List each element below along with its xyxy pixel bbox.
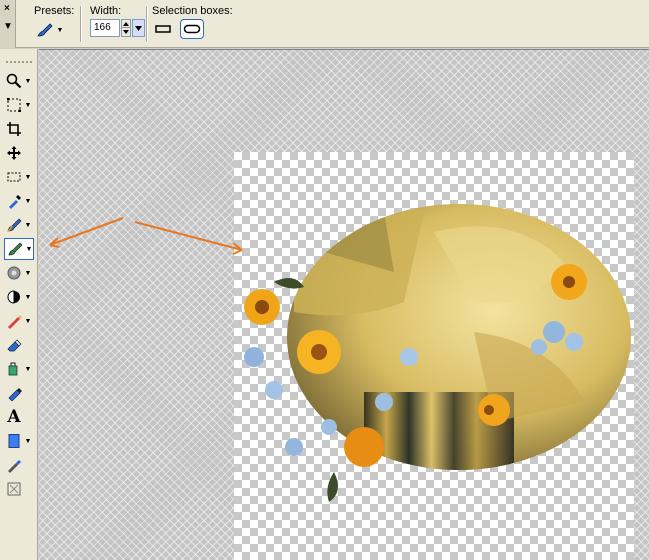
tool-options-bar: × ▼ Presets: ▼ Width: 166 Selection boxe… [0,0,649,48]
chevron-down-icon[interactable]: ▼ [24,222,32,229]
selection-box-ellipse-button[interactable] [180,19,204,39]
spin-down-icon[interactable] [122,28,130,36]
chevron-down-icon[interactable]: ▼ [25,246,33,253]
crop-tool[interactable] [4,118,34,140]
chevron-down-icon[interactable]: ▼ [24,270,32,277]
move-icon [4,143,24,163]
tube-icon [4,383,24,403]
paint-brush-tool[interactable]: ▼ [4,214,34,236]
move-tool[interactable] [4,142,34,164]
width-spinner[interactable] [121,19,131,37]
close-icon[interactable]: × [4,4,10,14]
chevron-down-icon[interactable]: ▼ [24,318,32,325]
chevron-down-icon[interactable]: ▼ [24,438,32,445]
toolbar-separator [80,6,82,42]
eraser-icon [4,335,24,355]
selection-icon [4,167,24,187]
dropper-icon [4,191,24,211]
presets-label: Presets: [34,5,75,17]
text-icon: A [7,407,21,427]
workspace-canvas[interactable] [39,49,649,560]
ellipse-icon [183,24,201,34]
picture-tube-tool[interactable] [4,382,34,404]
pin-icon[interactable]: ▼ [3,22,13,32]
chevron-down-icon [135,25,142,31]
eraser-tool[interactable] [4,334,34,356]
bucket-icon [4,359,24,379]
width-dropdown-button[interactable] [132,19,145,37]
width-input[interactable]: 166 [90,19,120,37]
hat-image [244,204,631,502]
selection-tool[interactable]: ▼ [4,166,34,188]
document-image[interactable] [234,152,634,560]
presets-button[interactable]: ▼ [34,19,64,41]
toolbar-grip[interactable] [6,61,32,65]
brush-preset-icon [36,23,53,37]
selection-boxes-label: Selection boxes: [152,5,233,17]
selection-box-rectangle-button[interactable] [152,19,174,39]
brush-icon [4,215,24,235]
object-icon [4,479,24,499]
tools-toolbar: ▼ ▼ ▼ ▼ ▼ ▼ ▼ ▼ ▼ ▼ A ▼ [0,49,38,560]
smudge-tool[interactable]: ▼ [4,310,34,332]
chevron-down-icon[interactable]: ▼ [24,198,32,205]
chevron-down-icon[interactable]: ▼ [24,102,32,109]
pen-icon [4,455,24,475]
pen-tool[interactable] [4,454,34,476]
dodge-tool[interactable]: ▼ [4,286,34,308]
preset-shape-tool[interactable]: ▼ [4,430,34,452]
chevron-down-icon[interactable]: ▼ [24,78,32,85]
rectangle-icon [155,25,171,33]
width-label: Width: [90,5,122,17]
pick-icon [4,95,24,115]
chevron-down-icon[interactable]: ▼ [24,174,32,181]
lighten-darken-tool[interactable]: ▼ [4,262,34,284]
warp-brush-tool[interactable]: ▼ [4,238,34,260]
chevron-down-icon[interactable]: ▼ [24,294,32,301]
text-tool[interactable]: A [4,406,34,428]
brush-icon [5,239,25,259]
rectangle-icon [4,431,24,451]
object-selector-tool[interactable] [4,478,34,500]
dropper-tool[interactable]: ▼ [4,190,34,212]
dodge-icon [4,287,24,307]
smudge-icon [4,311,24,331]
pick-tool[interactable]: ▼ [4,94,34,116]
chevron-down-icon[interactable]: ▼ [24,366,32,373]
flood-fill-tool[interactable]: ▼ [4,358,34,380]
magnifier-icon [4,71,24,91]
crop-icon [4,119,24,139]
spin-up-icon[interactable] [122,20,130,28]
lighten-icon [4,263,24,283]
chevron-down-icon: ▼ [56,26,64,34]
zoom-tool[interactable]: ▼ [4,70,34,92]
toolbar-separator [146,6,148,42]
toolbar-grip[interactable]: × ▼ [0,0,16,48]
